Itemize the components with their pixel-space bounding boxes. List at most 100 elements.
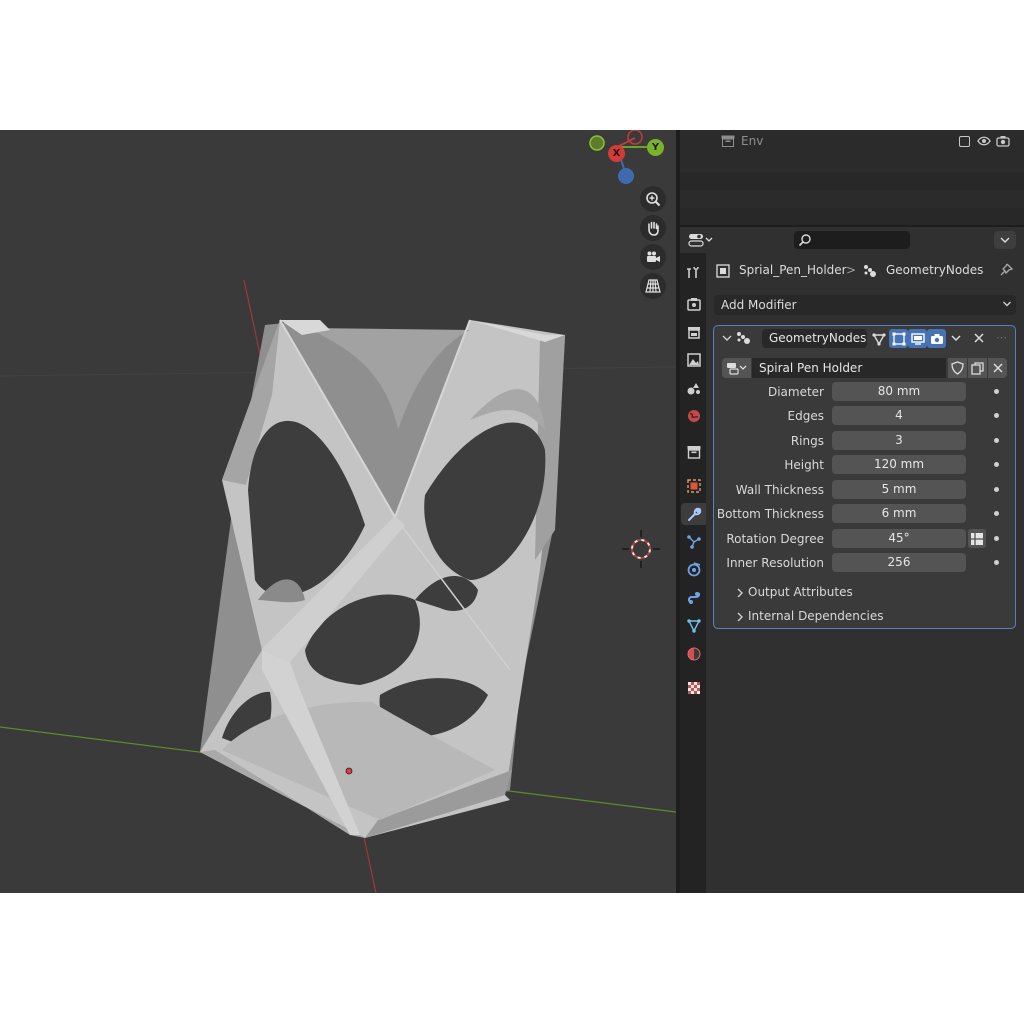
blender-window: X Y Env Sprial_Pen_Holder > GeometryNode… (0, 130, 1024, 893)
navigation-gizmo[interactable]: X Y (585, 130, 665, 190)
tab-texture[interactable] (683, 677, 705, 699)
perspective-toggle-button[interactable] (640, 273, 666, 299)
node-tree-icon (726, 363, 746, 375)
input-row-height: Height 120 mm (714, 455, 1015, 475)
bottom-thickness-field[interactable]: 6 mm (832, 504, 966, 523)
camera-icon (996, 136, 1010, 147)
input-label: Height (784, 458, 824, 472)
rings-field[interactable]: 3 (832, 431, 966, 450)
close-icon (992, 363, 1003, 373)
attribute-table-icon (971, 532, 983, 545)
subpanel-output-attributes[interactable]: Output Attributes (714, 583, 1015, 603)
scene-render (0, 279, 676, 893)
checkbox-icon (958, 135, 970, 147)
node-group-name-field[interactable]: Spiral Pen Holder (752, 358, 946, 378)
height-field[interactable]: 120 mm (832, 455, 966, 474)
camera-icon (647, 251, 660, 262)
node-group-selector: Spiral Pen Holder (722, 358, 1007, 378)
input-label: Inner Resolution (726, 556, 824, 570)
monitor-icon (910, 332, 925, 345)
tab-world[interactable] (683, 405, 705, 427)
duplicate-node-group-button[interactable] (968, 358, 987, 378)
tab-tool[interactable] (683, 261, 705, 283)
tab-output[interactable] (683, 321, 705, 343)
eye-icon (977, 136, 991, 146)
edit-mode-cage-toggle[interactable] (869, 329, 888, 348)
input-label: Bottom Thickness (716, 507, 824, 521)
drag-handle-icon[interactable]: ⋯ (996, 331, 1007, 344)
camera-view-button[interactable] (640, 244, 666, 270)
chevron-down-icon[interactable] (722, 332, 732, 344)
shield-icon (951, 361, 964, 375)
node-group-browse-button[interactable] (722, 358, 751, 378)
keyframe-dot-icon[interactable] (994, 438, 999, 443)
tab-view-layer[interactable] (683, 349, 705, 371)
chevron-down-icon[interactable] (949, 331, 963, 345)
world-icon (688, 410, 700, 422)
rotation-degree-field[interactable]: 45° (832, 529, 966, 548)
hand-icon (648, 221, 659, 236)
keyframe-dot-icon[interactable] (994, 536, 999, 541)
visibility-toggle[interactable] (977, 134, 991, 148)
edges-field[interactable]: 4 (832, 406, 966, 425)
outliner-row-env[interactable]: Env (680, 130, 1024, 154)
diameter-field[interactable]: 80 mm (832, 382, 966, 401)
inner-resolution-field[interactable]: 256 (832, 553, 966, 572)
wall-thickness-field[interactable]: 5 mm (832, 480, 966, 499)
subpanel-internal-dependencies[interactable]: Internal Dependencies (714, 607, 1015, 627)
render-icon (687, 298, 701, 311)
search-icon (798, 234, 811, 247)
tab-physics[interactable] (683, 559, 705, 581)
tab-object[interactable] (683, 475, 705, 497)
gizmo-y-axis[interactable]: Y (647, 139, 664, 156)
pin-icon[interactable] (998, 262, 1014, 278)
tab-scene[interactable] (683, 377, 705, 399)
options-dropdown-button[interactable] (994, 231, 1016, 249)
exclude-checkbox[interactable] (957, 134, 971, 148)
tab-particles[interactable] (683, 531, 705, 553)
close-icon[interactable] (972, 331, 986, 345)
tab-modifiers[interactable] (681, 503, 706, 525)
zoom-button[interactable] (640, 186, 666, 212)
physics-icon (687, 562, 701, 577)
keyframe-dot-icon[interactable] (994, 389, 999, 394)
properties-tab-bar (680, 253, 706, 893)
edit-mode-toggle[interactable] (889, 329, 908, 348)
keyframe-dot-icon[interactable] (994, 413, 999, 418)
properties-search-input[interactable] (794, 231, 910, 249)
tab-render[interactable] (683, 293, 705, 315)
fake-user-button[interactable] (948, 358, 967, 378)
tab-collection[interactable] (683, 441, 705, 463)
geometry-nodes-icon (737, 332, 750, 344)
breadcrumb-separator: > (846, 263, 857, 277)
image-icon (687, 353, 701, 367)
checker-icon (688, 682, 700, 694)
3d-viewport[interactable]: X Y (0, 130, 676, 893)
tab-material[interactable] (683, 643, 705, 665)
viewport-display-toggle[interactable] (908, 329, 927, 348)
attribute-toggle-button[interactable] (968, 529, 986, 548)
tab-data[interactable] (683, 615, 705, 637)
keyframe-dot-icon[interactable] (994, 462, 999, 467)
constraint-icon (687, 592, 701, 604)
tab-constraints[interactable] (683, 587, 705, 609)
render-toggle[interactable] (927, 329, 946, 348)
geometry-nodes-icon (864, 265, 876, 277)
input-row-bottom-thickness: Bottom Thickness 6 mm (714, 504, 1015, 524)
unlink-node-group-button[interactable] (988, 358, 1007, 378)
editor-type-button[interactable] (688, 231, 718, 249)
pan-button[interactable] (640, 215, 666, 241)
modifier-name-field[interactable]: GeometryNodes (762, 329, 867, 348)
input-label: Rings (790, 434, 824, 448)
3d-cursor (622, 530, 660, 568)
add-modifier-button[interactable]: Add Modifier (714, 295, 1016, 315)
gizmo-x-axis[interactable]: X (608, 145, 625, 162)
keyframe-dot-icon[interactable] (994, 487, 999, 492)
modifier-header[interactable]: GeometryNodes ⋯ (714, 326, 1015, 352)
gizmo-neg-z-axis[interactable] (618, 168, 634, 184)
keyframe-dot-icon[interactable] (994, 511, 999, 516)
keyframe-dot-icon[interactable] (994, 560, 999, 565)
outliner[interactable]: Env (680, 130, 1024, 225)
zoom-icon (646, 192, 661, 207)
render-toggle[interactable] (996, 134, 1010, 148)
